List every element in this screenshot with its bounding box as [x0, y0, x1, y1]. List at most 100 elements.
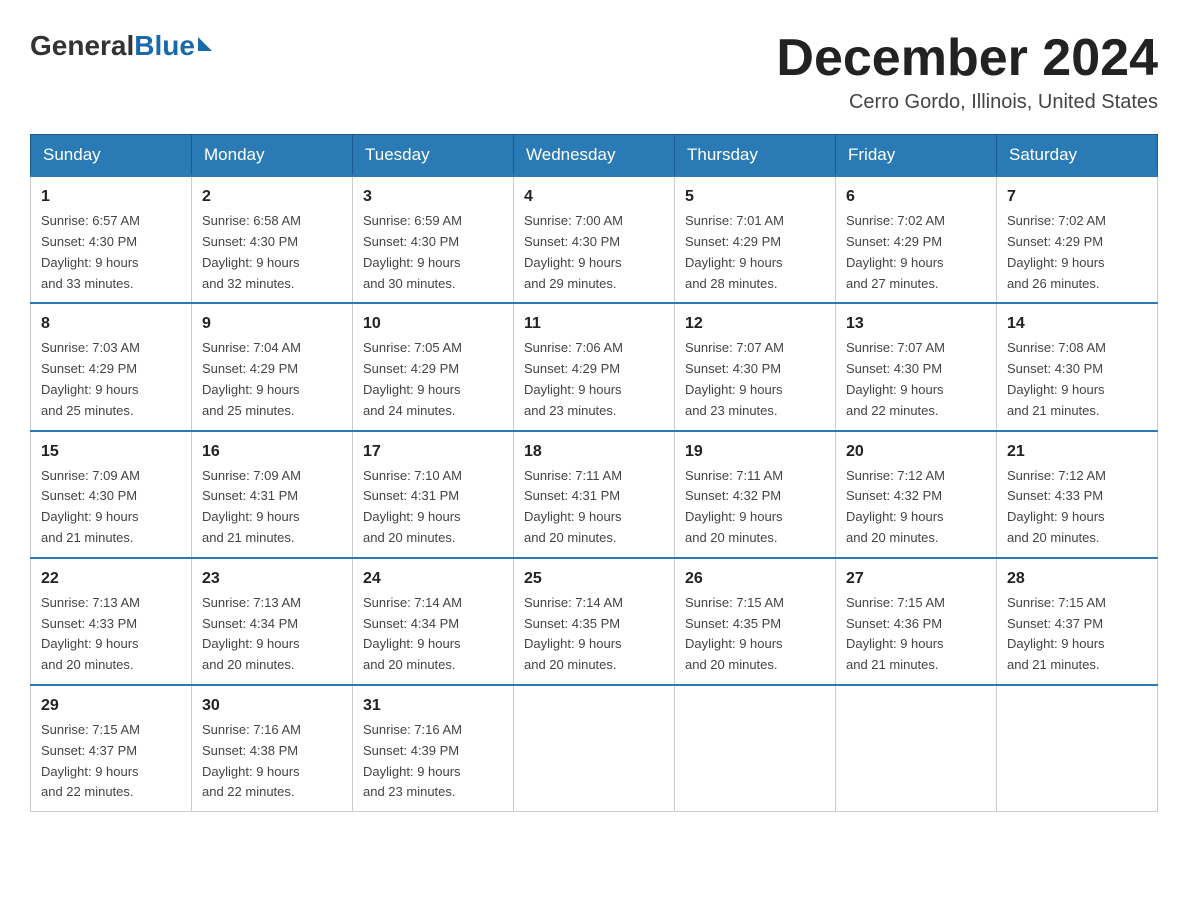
day-info: Sunrise: 7:07 AMSunset: 4:30 PMDaylight:… — [685, 338, 825, 421]
calendar-cell: 26Sunrise: 7:15 AMSunset: 4:35 PMDayligh… — [675, 558, 836, 685]
weekday-header-wednesday: Wednesday — [514, 135, 675, 177]
day-number: 21 — [1007, 440, 1147, 464]
day-number: 10 — [363, 312, 503, 336]
day-info: Sunrise: 7:15 AMSunset: 4:36 PMDaylight:… — [846, 593, 986, 676]
day-number: 7 — [1007, 185, 1147, 209]
day-info: Sunrise: 7:16 AMSunset: 4:38 PMDaylight:… — [202, 720, 342, 803]
day-info: Sunrise: 7:02 AMSunset: 4:29 PMDaylight:… — [1007, 211, 1147, 294]
day-info: Sunrise: 7:13 AMSunset: 4:34 PMDaylight:… — [202, 593, 342, 676]
day-number: 22 — [41, 567, 181, 591]
day-info: Sunrise: 7:15 AMSunset: 4:37 PMDaylight:… — [41, 720, 181, 803]
calendar-cell: 8Sunrise: 7:03 AMSunset: 4:29 PMDaylight… — [31, 303, 192, 430]
day-number: 28 — [1007, 567, 1147, 591]
calendar-header-row: SundayMondayTuesdayWednesdayThursdayFrid… — [31, 135, 1158, 177]
calendar-cell: 30Sunrise: 7:16 AMSunset: 4:38 PMDayligh… — [192, 685, 353, 812]
day-number: 20 — [846, 440, 986, 464]
day-number: 31 — [363, 694, 503, 718]
day-number: 29 — [41, 694, 181, 718]
day-info: Sunrise: 7:06 AMSunset: 4:29 PMDaylight:… — [524, 338, 664, 421]
title-section: December 2024 Cerro Gordo, Illinois, Uni… — [776, 30, 1158, 114]
calendar-cell: 16Sunrise: 7:09 AMSunset: 4:31 PMDayligh… — [192, 431, 353, 558]
day-info: Sunrise: 7:01 AMSunset: 4:29 PMDaylight:… — [685, 211, 825, 294]
calendar-cell: 1Sunrise: 6:57 AMSunset: 4:30 PMDaylight… — [31, 176, 192, 303]
calendar-cell: 10Sunrise: 7:05 AMSunset: 4:29 PMDayligh… — [353, 303, 514, 430]
weekday-header-tuesday: Tuesday — [353, 135, 514, 177]
day-number: 15 — [41, 440, 181, 464]
day-info: Sunrise: 7:15 AMSunset: 4:35 PMDaylight:… — [685, 593, 825, 676]
calendar-cell — [997, 685, 1158, 812]
logo-triangle-icon — [198, 37, 212, 51]
calendar-cell — [675, 685, 836, 812]
calendar-cell: 9Sunrise: 7:04 AMSunset: 4:29 PMDaylight… — [192, 303, 353, 430]
calendar-week-row: 15Sunrise: 7:09 AMSunset: 4:30 PMDayligh… — [31, 431, 1158, 558]
day-number: 18 — [524, 440, 664, 464]
day-info: Sunrise: 7:11 AMSunset: 4:31 PMDaylight:… — [524, 466, 664, 549]
day-number: 16 — [202, 440, 342, 464]
day-info: Sunrise: 7:12 AMSunset: 4:32 PMDaylight:… — [846, 466, 986, 549]
calendar-cell: 6Sunrise: 7:02 AMSunset: 4:29 PMDaylight… — [836, 176, 997, 303]
calendar-cell: 23Sunrise: 7:13 AMSunset: 4:34 PMDayligh… — [192, 558, 353, 685]
day-number: 13 — [846, 312, 986, 336]
day-number: 27 — [846, 567, 986, 591]
day-number: 24 — [363, 567, 503, 591]
calendar-cell: 13Sunrise: 7:07 AMSunset: 4:30 PMDayligh… — [836, 303, 997, 430]
day-info: Sunrise: 7:15 AMSunset: 4:37 PMDaylight:… — [1007, 593, 1147, 676]
calendar-cell: 2Sunrise: 6:58 AMSunset: 4:30 PMDaylight… — [192, 176, 353, 303]
day-info: Sunrise: 6:57 AMSunset: 4:30 PMDaylight:… — [41, 211, 181, 294]
day-info: Sunrise: 6:58 AMSunset: 4:30 PMDaylight:… — [202, 211, 342, 294]
day-info: Sunrise: 7:14 AMSunset: 4:35 PMDaylight:… — [524, 593, 664, 676]
day-number: 6 — [846, 185, 986, 209]
day-info: Sunrise: 7:00 AMSunset: 4:30 PMDaylight:… — [524, 211, 664, 294]
calendar-table: SundayMondayTuesdayWednesdayThursdayFrid… — [30, 134, 1158, 812]
calendar-cell: 27Sunrise: 7:15 AMSunset: 4:36 PMDayligh… — [836, 558, 997, 685]
month-title: December 2024 — [776, 30, 1158, 87]
day-number: 2 — [202, 185, 342, 209]
calendar-week-row: 1Sunrise: 6:57 AMSunset: 4:30 PMDaylight… — [31, 176, 1158, 303]
calendar-cell: 12Sunrise: 7:07 AMSunset: 4:30 PMDayligh… — [675, 303, 836, 430]
calendar-cell: 7Sunrise: 7:02 AMSunset: 4:29 PMDaylight… — [997, 176, 1158, 303]
day-number: 9 — [202, 312, 342, 336]
day-info: Sunrise: 7:11 AMSunset: 4:32 PMDaylight:… — [685, 466, 825, 549]
calendar-cell: 3Sunrise: 6:59 AMSunset: 4:30 PMDaylight… — [353, 176, 514, 303]
day-number: 17 — [363, 440, 503, 464]
calendar-cell: 29Sunrise: 7:15 AMSunset: 4:37 PMDayligh… — [31, 685, 192, 812]
day-info: Sunrise: 7:10 AMSunset: 4:31 PMDaylight:… — [363, 466, 503, 549]
day-info: Sunrise: 7:12 AMSunset: 4:33 PMDaylight:… — [1007, 466, 1147, 549]
calendar-week-row: 8Sunrise: 7:03 AMSunset: 4:29 PMDaylight… — [31, 303, 1158, 430]
page-header: General Blue December 2024 Cerro Gordo, … — [30, 30, 1158, 114]
weekday-header-monday: Monday — [192, 135, 353, 177]
calendar-week-row: 22Sunrise: 7:13 AMSunset: 4:33 PMDayligh… — [31, 558, 1158, 685]
location-subtitle: Cerro Gordo, Illinois, United States — [776, 91, 1158, 114]
calendar-cell — [836, 685, 997, 812]
calendar-cell: 31Sunrise: 7:16 AMSunset: 4:39 PMDayligh… — [353, 685, 514, 812]
calendar-cell: 5Sunrise: 7:01 AMSunset: 4:29 PMDaylight… — [675, 176, 836, 303]
day-info: Sunrise: 7:09 AMSunset: 4:30 PMDaylight:… — [41, 466, 181, 549]
day-number: 14 — [1007, 312, 1147, 336]
weekday-header-saturday: Saturday — [997, 135, 1158, 177]
calendar-cell: 18Sunrise: 7:11 AMSunset: 4:31 PMDayligh… — [514, 431, 675, 558]
day-info: Sunrise: 6:59 AMSunset: 4:30 PMDaylight:… — [363, 211, 503, 294]
weekday-header-sunday: Sunday — [31, 135, 192, 177]
day-number: 4 — [524, 185, 664, 209]
calendar-cell: 24Sunrise: 7:14 AMSunset: 4:34 PMDayligh… — [353, 558, 514, 685]
calendar-cell: 25Sunrise: 7:14 AMSunset: 4:35 PMDayligh… — [514, 558, 675, 685]
calendar-cell — [514, 685, 675, 812]
calendar-cell: 14Sunrise: 7:08 AMSunset: 4:30 PMDayligh… — [997, 303, 1158, 430]
day-info: Sunrise: 7:02 AMSunset: 4:29 PMDaylight:… — [846, 211, 986, 294]
day-info: Sunrise: 7:07 AMSunset: 4:30 PMDaylight:… — [846, 338, 986, 421]
day-info: Sunrise: 7:13 AMSunset: 4:33 PMDaylight:… — [41, 593, 181, 676]
calendar-cell: 19Sunrise: 7:11 AMSunset: 4:32 PMDayligh… — [675, 431, 836, 558]
calendar-cell: 22Sunrise: 7:13 AMSunset: 4:33 PMDayligh… — [31, 558, 192, 685]
day-info: Sunrise: 7:14 AMSunset: 4:34 PMDaylight:… — [363, 593, 503, 676]
weekday-header-thursday: Thursday — [675, 135, 836, 177]
day-number: 25 — [524, 567, 664, 591]
calendar-cell: 17Sunrise: 7:10 AMSunset: 4:31 PMDayligh… — [353, 431, 514, 558]
day-number: 23 — [202, 567, 342, 591]
weekday-header-friday: Friday — [836, 135, 997, 177]
day-number: 26 — [685, 567, 825, 591]
day-number: 11 — [524, 312, 664, 336]
calendar-week-row: 29Sunrise: 7:15 AMSunset: 4:37 PMDayligh… — [31, 685, 1158, 812]
calendar-cell: 28Sunrise: 7:15 AMSunset: 4:37 PMDayligh… — [997, 558, 1158, 685]
day-number: 12 — [685, 312, 825, 336]
calendar-cell: 20Sunrise: 7:12 AMSunset: 4:32 PMDayligh… — [836, 431, 997, 558]
